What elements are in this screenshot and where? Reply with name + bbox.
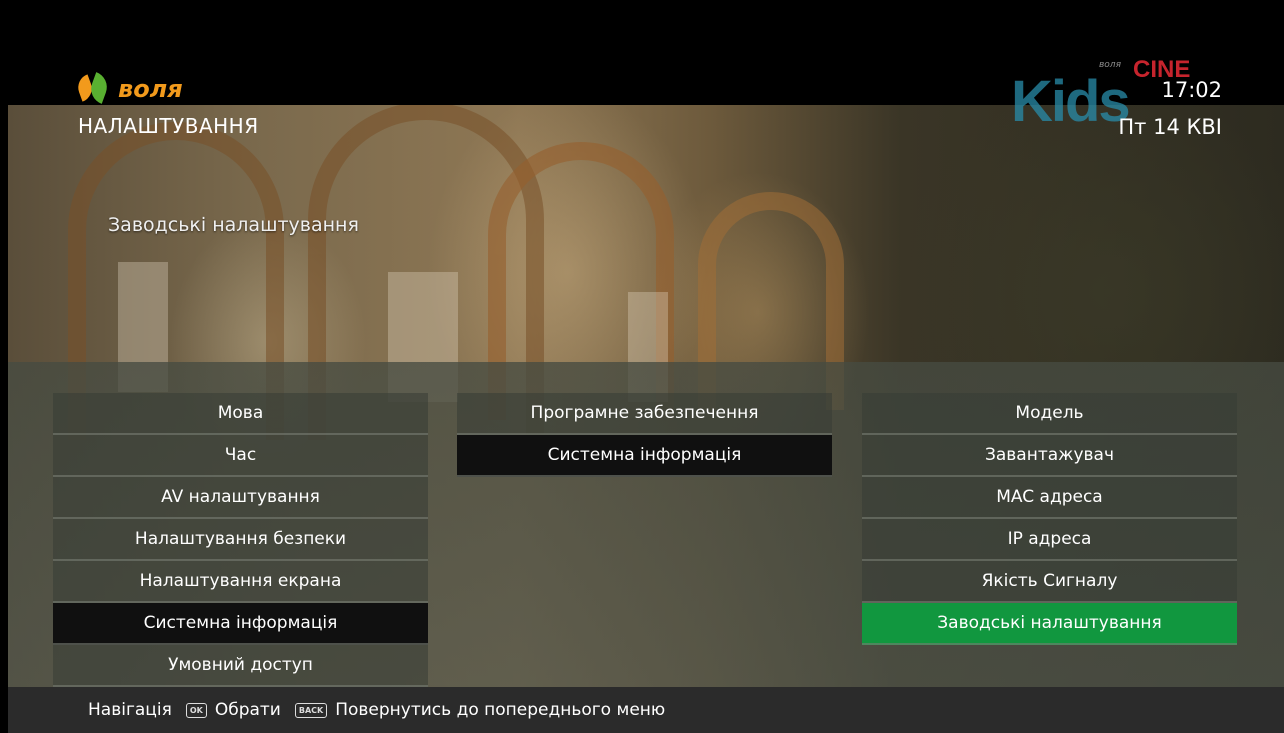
footer-hint-bar: Навігація OK Обрати BACK Повернутись до … [8, 687, 1284, 733]
hint-back: Повернутись до попереднього меню [335, 700, 666, 720]
menu-item-ip-address[interactable]: IP адреса [862, 519, 1237, 561]
section-subtitle: Заводські налаштування [108, 214, 359, 236]
menu-item-security[interactable]: Налаштування безпеки [53, 519, 428, 561]
menu-item-screen[interactable]: Налаштування екрана [53, 561, 428, 603]
ok-key-icon: OK [185, 702, 207, 718]
hint-navigation: Навігація [88, 700, 172, 720]
menu-item-software[interactable]: Програмне забезпечення [457, 393, 832, 435]
menu-item-language[interactable]: Мова [53, 393, 428, 435]
menu-item-model[interactable]: Модель [862, 393, 1237, 435]
hint-select: Обрати [214, 700, 281, 720]
menu-item-bootloader[interactable]: Завантажувач [862, 435, 1237, 477]
channel-logo-kids: Kids [1011, 69, 1131, 134]
menu-item-mac-address[interactable]: MAC адреса [862, 477, 1237, 519]
navigation-arrows-icon [58, 699, 80, 721]
page-title: НАЛАШТУВАННЯ [78, 114, 259, 138]
menu-item-time[interactable]: Час [53, 435, 428, 477]
back-key-icon: BACK [294, 702, 328, 718]
menu-item-av-settings[interactable]: AV налаштування [53, 477, 428, 519]
menu-item-system-info[interactable]: Системна інформація [53, 603, 428, 645]
menu-item-signal-quality[interactable]: Якість Сигналу [862, 561, 1237, 603]
menu-column-details: Модель Завантажувач MAC адреса IP адреса… [862, 393, 1237, 645]
tv-screen: воля НАЛАШТУВАННЯ Kids воля CINE 17:02 П… [8, 12, 1284, 733]
clock: 17:02 [1161, 78, 1222, 102]
menu-column-main: Мова Час AV налаштування Налаштування бе… [53, 393, 428, 687]
menu-item-system-info-sub[interactable]: Системна інформація [457, 435, 832, 477]
menu-column-sub: Програмне забезпечення Системна інформац… [457, 393, 832, 477]
menu-item-conditional-access[interactable]: Умовний доступ [53, 645, 428, 687]
date: Пт 14 КВІ [1118, 115, 1222, 139]
menu-item-factory-reset[interactable]: Заводські налаштування [862, 603, 1237, 645]
brand-logo: воля [74, 72, 183, 104]
channel-logo-volia: воля [1099, 60, 1121, 70]
leaf-logo-icon [74, 72, 112, 104]
brand-name: воля [118, 75, 183, 103]
